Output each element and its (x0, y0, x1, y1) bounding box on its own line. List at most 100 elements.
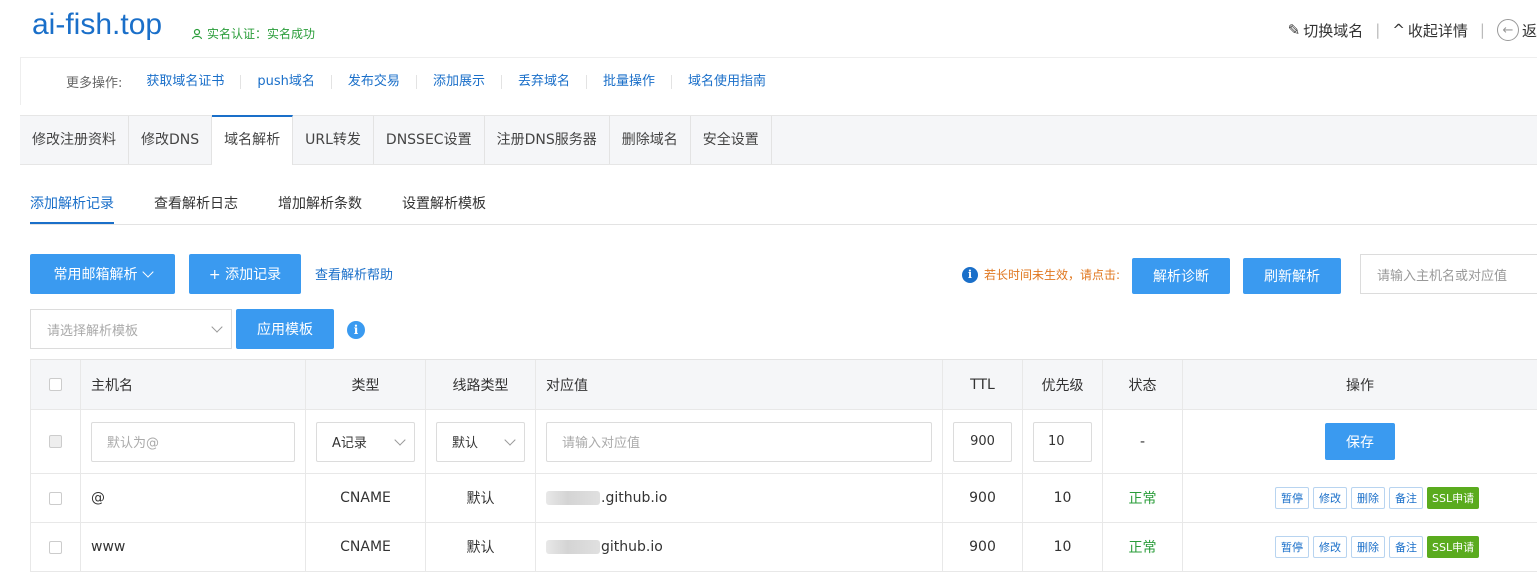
chevron-down-icon (141, 266, 154, 278)
priority-value: 10 (1022, 523, 1102, 571)
tab-url-forward[interactable]: URL转发 (293, 116, 374, 164)
tab-delete-domain[interactable]: 删除域名 (609, 116, 691, 164)
table-header: 主机名 类型 线路类型 对应值 TTL 优先级 状态 操作 (30, 360, 1537, 410)
subtab-add-record[interactable]: 添加解析记录 (30, 185, 114, 224)
row-checkbox[interactable] (49, 491, 62, 505)
pause-button[interactable]: 暂停 (1275, 487, 1309, 509)
table-row: www CNAME 默认 github.io 900 10 正常 暂停 修改 删… (30, 523, 1537, 572)
header-checkbox-cell (30, 360, 80, 409)
col-line: 线路类型 (425, 360, 535, 409)
refresh-button[interactable]: 刷新解析 (1243, 258, 1341, 294)
tab-security[interactable]: 安全设置 (690, 116, 772, 164)
back-button[interactable]: ← 返 (1496, 19, 1537, 41)
subtab-view-log[interactable]: 查看解析日志 (154, 185, 238, 224)
chevron-down-icon (504, 433, 516, 446)
sub-tabs: 添加解析记录 查看解析日志 增加解析条数 设置解析模板 (30, 185, 1537, 225)
checkbox-cell (30, 523, 80, 571)
host-input[interactable]: 默认为@ (91, 421, 295, 462)
verify-label: 实名认证：实名成功 (207, 27, 316, 41)
link-batch-ops[interactable]: 批量操作 (585, 74, 671, 89)
type-value: CNAME (305, 523, 425, 571)
resolve-help-link[interactable]: 查看解析帮助 (315, 264, 393, 283)
ttl-input[interactable]: 900 (953, 421, 1012, 462)
ssl-request-button[interactable]: SSL申请 (1427, 536, 1480, 558)
value-cell: 请输入对应值 (535, 410, 942, 473)
priority-cell: 10 (1022, 410, 1102, 473)
priority-value: 10 (1022, 474, 1102, 522)
record-value: .github.io (535, 474, 942, 522)
line-value: 默认 (425, 523, 535, 571)
tab-register-dns-server[interactable]: 注册DNS服务器 (484, 116, 610, 164)
line-value: 默认 (425, 474, 535, 522)
switch-domain-button[interactable]: ✎ 切换域名 (1288, 20, 1364, 41)
ops-cell: 保存 (1182, 410, 1537, 473)
line-select-value: 默认 (452, 436, 479, 451)
note-button[interactable]: 备注 (1389, 487, 1423, 509)
col-value: 对应值 (535, 360, 942, 409)
divider: | (1479, 21, 1485, 39)
subtab-add-quota[interactable]: 增加解析条数 (278, 185, 362, 224)
template-placeholder: 请选择解析模板 (47, 323, 139, 339)
row-actions: 暂停 修改 删除 备注 SSL申请 (1183, 487, 1537, 509)
new-record-row: 默认为@ A记录 默认 请输入对应值 900 10 - 保存 (30, 410, 1537, 474)
apply-template-button[interactable]: 应用模板 (236, 309, 334, 349)
ttl-value: 900 (942, 523, 1022, 571)
delete-button[interactable]: 删除 (1351, 487, 1385, 509)
more-ops-label: 更多操作: (66, 76, 123, 91)
edit-icon: ✎ (1287, 21, 1301, 39)
tab-edit-dns[interactable]: 修改DNS (129, 116, 213, 164)
link-add-display[interactable]: 添加展示 (415, 74, 501, 89)
chevron-up-icon: ^ (1392, 21, 1405, 39)
link-domain-guide[interactable]: 域名使用指南 (670, 74, 782, 89)
status-badge: 正常 (1102, 474, 1182, 522)
add-record-button[interactable]: + 添加记录 (189, 254, 301, 294)
record-value-text: github.io (601, 539, 663, 555)
record-value-text: .github.io (601, 490, 668, 506)
edit-button[interactable]: 修改 (1313, 487, 1347, 509)
collapse-details-button[interactable]: ^ 收起详情 (1392, 20, 1468, 41)
link-get-cert[interactable]: 获取域名证书 (146, 74, 240, 89)
tab-dns-resolution[interactable]: 域名解析 (212, 115, 294, 165)
checkbox-cell (30, 474, 80, 522)
row-checkbox[interactable] (49, 540, 62, 554)
ssl-request-button[interactable]: SSL申请 (1427, 487, 1480, 509)
pause-button[interactable]: 暂停 (1275, 536, 1309, 558)
header-actions: ✎ 切换域名 | ^ 收起详情 | ← 返 (1288, 19, 1537, 41)
col-host: 主机名 (80, 360, 305, 409)
tab-dnssec[interactable]: DNSSEC设置 (373, 116, 485, 164)
records-table: 主机名 类型 线路类型 对应值 TTL 优先级 状态 操作 默认为@ A记录 默… (30, 359, 1537, 572)
edit-button[interactable]: 修改 (1313, 536, 1347, 558)
chevron-down-icon (211, 321, 223, 333)
hint-text: i 若长时间未生效，请点击: (962, 266, 1120, 283)
search-input[interactable]: 请输入主机名或对应值 (1360, 254, 1537, 294)
link-push-domain[interactable]: push域名 (240, 74, 331, 89)
col-priority: 优先级 (1022, 360, 1102, 409)
tab-edit-registration[interactable]: 修改注册资料 (20, 116, 129, 164)
link-publish-trade[interactable]: 发布交易 (330, 74, 416, 89)
line-select[interactable]: 默认 (436, 421, 525, 462)
priority-input[interactable]: 10 (1033, 421, 1092, 462)
ops-cell: 暂停 修改 删除 备注 SSL申请 (1182, 474, 1537, 522)
domain-title: ai-fish.top (32, 8, 163, 41)
save-button[interactable]: 保存 (1325, 423, 1395, 460)
switch-domain-label: 切换域名 (1303, 21, 1364, 40)
diagnose-button[interactable]: 解析诊断 (1132, 258, 1230, 294)
template-select[interactable]: 请选择解析模板 (30, 309, 232, 349)
email-resolve-button[interactable]: 常用邮箱解析 (30, 254, 175, 294)
value-input[interactable]: 请输入对应值 (546, 421, 932, 462)
ttl-value: 900 (942, 474, 1022, 522)
select-all-checkbox[interactable] (49, 378, 62, 391)
user-icon (191, 28, 203, 39)
type-select[interactable]: A记录 (316, 421, 415, 462)
delete-button[interactable]: 删除 (1351, 536, 1385, 558)
template-info-icon[interactable]: i (347, 321, 365, 339)
note-button[interactable]: 备注 (1389, 536, 1423, 558)
link-discard-domain[interactable]: 丢弃域名 (500, 74, 586, 89)
email-resolve-label: 常用邮箱解析 (53, 267, 138, 283)
subtab-set-template[interactable]: 设置解析模板 (402, 185, 486, 224)
info-icon: i (962, 266, 978, 283)
col-ttl: TTL (942, 360, 1022, 409)
verify-status: 实名认证：实名成功 (191, 25, 315, 42)
type-value: CNAME (305, 474, 425, 522)
record-value: github.io (535, 523, 942, 571)
